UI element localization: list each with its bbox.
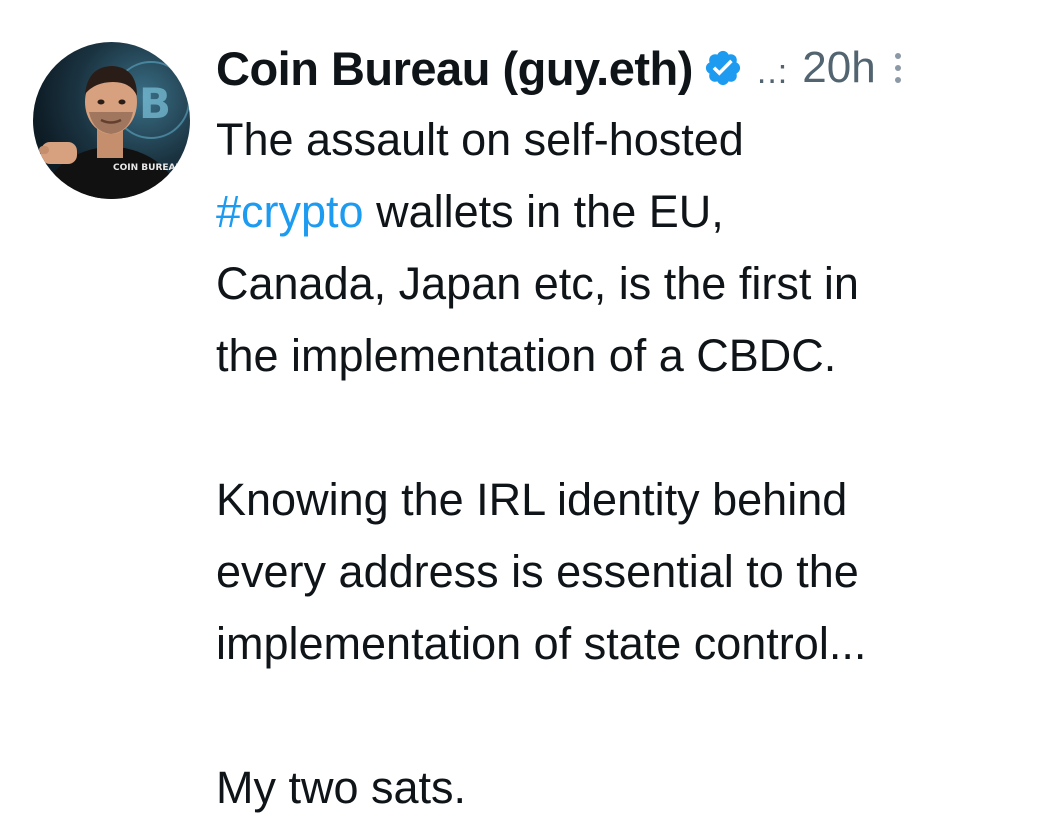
svg-text:COIN BUREAU: COIN BUREAU: [113, 163, 183, 173]
avatar[interactable]: B COIN BUREAU: [33, 42, 190, 199]
tweet: B COIN BUREAU Coin Bureau (guy.eth) ..: …: [0, 0, 1051, 813]
tweet-line: every address is essential to the: [216, 546, 859, 597]
author-display-name[interactable]: Coin Bureau (guy.eth): [216, 41, 693, 96]
tweet-line: the implementation of a CBDC.: [216, 330, 837, 381]
tweet-line: My two sats.: [216, 762, 467, 813]
more-dot: [894, 77, 901, 83]
separator-dots: ..:: [756, 52, 789, 91]
more-dot: [894, 65, 901, 71]
tweet-text: The assault on self-hosted #crypto walle…: [216, 104, 1036, 824]
tweet-line: #crypto wallets in the EU,: [216, 176, 1036, 248]
tweet-header: Coin Bureau (guy.eth) ..: 20h: [216, 40, 1016, 96]
hashtag-link[interactable]: #crypto: [216, 186, 364, 237]
timestamp[interactable]: 20h: [802, 43, 875, 93]
avatar-image: B COIN BUREAU: [33, 42, 190, 199]
more-vertical-icon[interactable]: [890, 46, 906, 90]
tweet-line: implementation of state control...: [216, 618, 867, 669]
tweet-line-text: wallets in the EU,: [363, 186, 724, 237]
tweet-line: The assault on self-hosted: [216, 114, 744, 165]
tweet-line: Canada, Japan etc, is the first in: [216, 258, 859, 309]
verified-badge-icon: [703, 48, 743, 88]
svg-text:B: B: [139, 79, 171, 128]
tweet-line: Knowing the IRL identity behind: [216, 474, 848, 525]
more-dot: [894, 53, 901, 59]
